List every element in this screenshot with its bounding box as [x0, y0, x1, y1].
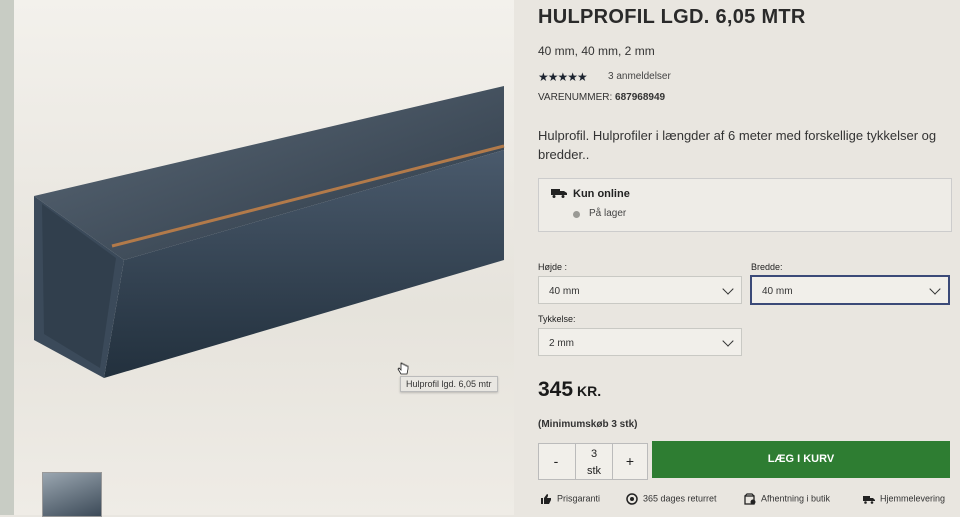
return-icon	[626, 493, 638, 505]
height-select[interactable]: 40 mm	[538, 276, 742, 304]
feature-label: Hjemmelevering	[880, 493, 946, 504]
hand-cursor-icon	[397, 362, 409, 375]
price: 345 KR.	[538, 378, 601, 402]
product-details: HULPROFIL LGD. 6,05 MTR 40 mm, 40 mm, 2 …	[538, 0, 958, 515]
product-gallery: Hulprofil lgd. 6,05 mtr	[14, 0, 514, 517]
truck-icon	[863, 496, 875, 504]
thickness-label: Tykkelse:	[538, 314, 576, 324]
product-image[interactable]	[34, 70, 514, 390]
screen-edge	[0, 0, 14, 515]
quantity-value: 3	[590, 448, 598, 460]
quantity-plus-button[interactable]: +	[613, 444, 647, 479]
width-select[interactable]: 40 mm	[750, 275, 950, 305]
quantity-stepper: - 3 stk +	[538, 443, 648, 480]
thickness-select-value: 2 mm	[549, 338, 574, 349]
feature-store-pickup[interactable]: Afhentning i butik	[744, 493, 830, 505]
price-amount: 345	[538, 378, 574, 401]
chevron-down-icon	[722, 335, 734, 347]
stock-box: Kun online På lager	[538, 178, 952, 232]
sku-value: 687968949	[615, 92, 666, 103]
add-to-cart-button[interactable]: LÆG I KURV	[652, 441, 950, 478]
feature-price-guarantee[interactable]: Prisgaranti	[540, 493, 600, 505]
feature-returns[interactable]: 365 dages returret	[626, 493, 717, 505]
width-label: Bredde:	[751, 262, 783, 272]
gallery-thumbnail[interactable]	[42, 472, 102, 517]
thumbs-up-icon	[541, 494, 551, 504]
minimum-purchase: (Minimumskøb 3 stk)	[538, 419, 638, 430]
height-select-value: 40 mm	[549, 286, 580, 297]
quantity-input[interactable]: 3 stk	[575, 444, 613, 479]
product-description: Hulprofil. Hulprofiler i længder af 6 me…	[538, 128, 937, 162]
sku: VARENUMMER: 687968949	[538, 92, 665, 103]
store-pickup-icon	[744, 493, 756, 505]
stock-status: På lager	[589, 208, 627, 219]
quantity-minus-button[interactable]: -	[539, 444, 573, 479]
feature-home-delivery[interactable]: Hjemmelevering	[863, 493, 945, 505]
feature-list: Prisgaranti 365 dages returret Afhentnin…	[538, 493, 958, 509]
product-subtitle: 40 mm, 40 mm, 2 mm	[538, 44, 655, 58]
delivery-truck-icon	[551, 189, 567, 198]
reviews-link[interactable]: 3 anmeldelser	[608, 71, 671, 82]
stock-status-dot	[573, 211, 580, 218]
width-select-value: 40 mm	[762, 286, 793, 297]
thickness-select[interactable]: 2 mm	[538, 328, 742, 356]
feature-label: Afhentning i butik	[761, 493, 831, 504]
chevron-down-icon	[722, 283, 734, 295]
image-tooltip: Hulprofil lgd. 6,05 mtr	[400, 376, 498, 392]
product-title: HULPROFIL LGD. 6,05 MTR	[538, 6, 806, 28]
quantity-unit: stk	[586, 465, 602, 477]
price-currency: KR.	[577, 383, 602, 399]
feature-label: Prisgaranti	[557, 493, 601, 504]
sku-label: VARENUMMER:	[538, 92, 613, 103]
feature-label: 365 dages returret	[643, 493, 717, 504]
height-label: Højde :	[538, 262, 568, 272]
rating-stars-icon[interactable]: ★★★★★	[538, 70, 588, 84]
online-only-label: Kun online	[573, 188, 630, 200]
chevron-down-icon	[929, 283, 941, 295]
